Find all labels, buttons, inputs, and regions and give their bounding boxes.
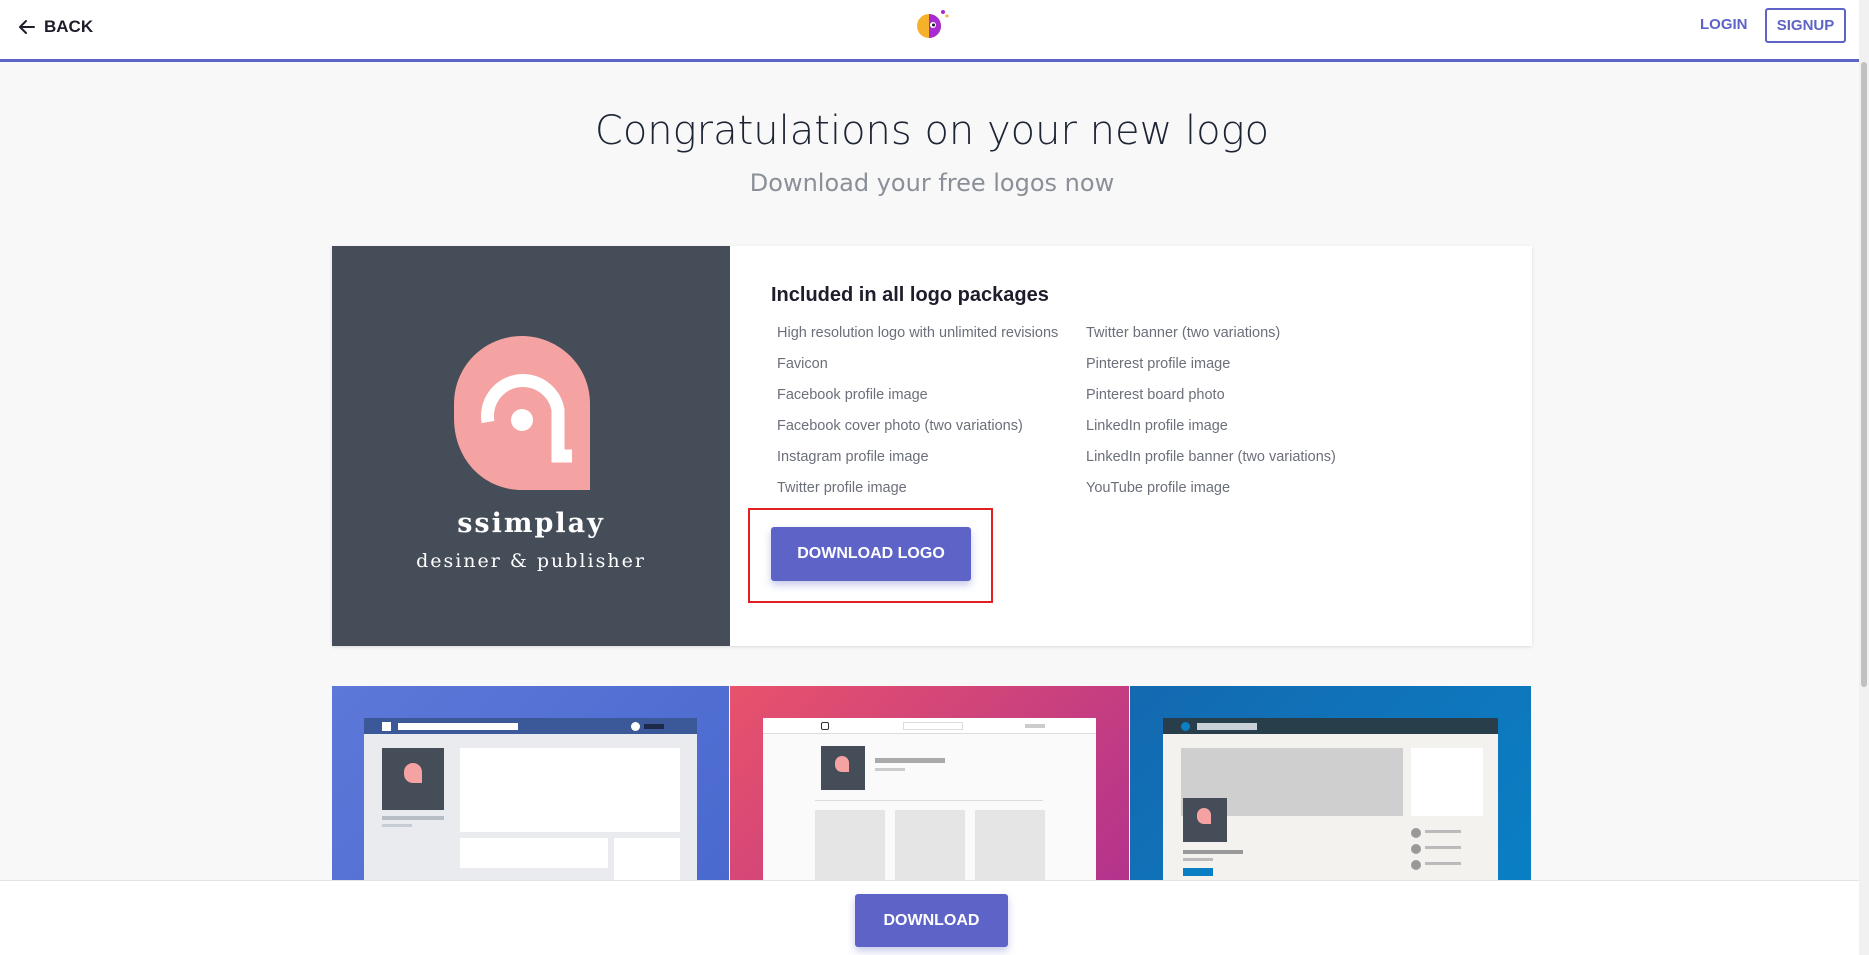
page-subtitle: Download your free logos now [749,169,1115,197]
feature-item: Favicon [777,356,828,372]
logo-package-card: ssimplay desiner & publisher Included in… [332,246,1532,646]
logo-tagline: desiner & publisher [416,550,646,572]
logo-preview-panel: ssimplay desiner & publisher [332,246,730,646]
download-button[interactable]: DOWNLOAD [855,894,1008,947]
download-logo-button[interactable]: DOWNLOAD LOGO [771,527,971,581]
back-label: BACK [44,17,94,36]
feature-item: High resolution logo with unlimited revi… [777,325,1059,341]
top-navbar: BACK LOGIN SIGNUP [0,0,1869,62]
feature-item: LinkedIn profile banner (two variations) [1086,449,1336,465]
feature-item: YouTube profile image [1086,480,1231,496]
features-column-2: Twitter banner (two variations) Pinteres… [1086,325,1336,511]
logo-brand-name: ssimplay [457,508,605,539]
feature-item: Twitter banner (two variations) [1086,325,1281,341]
facebook-mockup-preview [332,686,729,881]
feature-item: Pinterest board photo [1086,387,1225,403]
feature-item: Instagram profile image [777,449,929,465]
instagram-mockup-preview [730,686,1129,881]
brand-logo-icon[interactable] [912,6,952,42]
features-column-1: High resolution logo with unlimited revi… [777,325,1058,511]
signup-button[interactable]: SIGNUP [1765,8,1846,43]
feature-item: Pinterest profile image [1086,356,1231,372]
feature-item: Twitter profile image [777,480,907,496]
logo-mark-icon [454,336,590,490]
login-link[interactable]: LOGIN [1700,16,1748,33]
feature-item: Facebook cover photo (two variations) [777,418,1023,434]
back-button[interactable]: BACK [18,16,93,38]
package-heading: Included in all logo packages [771,284,1049,306]
feature-item: LinkedIn profile image [1086,418,1228,434]
bottom-download-bar: DOWNLOAD [0,880,1859,955]
arrow-left-icon [19,20,35,34]
linkedin-mockup-preview [1130,686,1531,881]
feature-item: Facebook profile image [777,387,928,403]
page-title: Congratulations on your new logo [594,108,1270,154]
scrollbar-thumb[interactable] [1861,62,1867,687]
